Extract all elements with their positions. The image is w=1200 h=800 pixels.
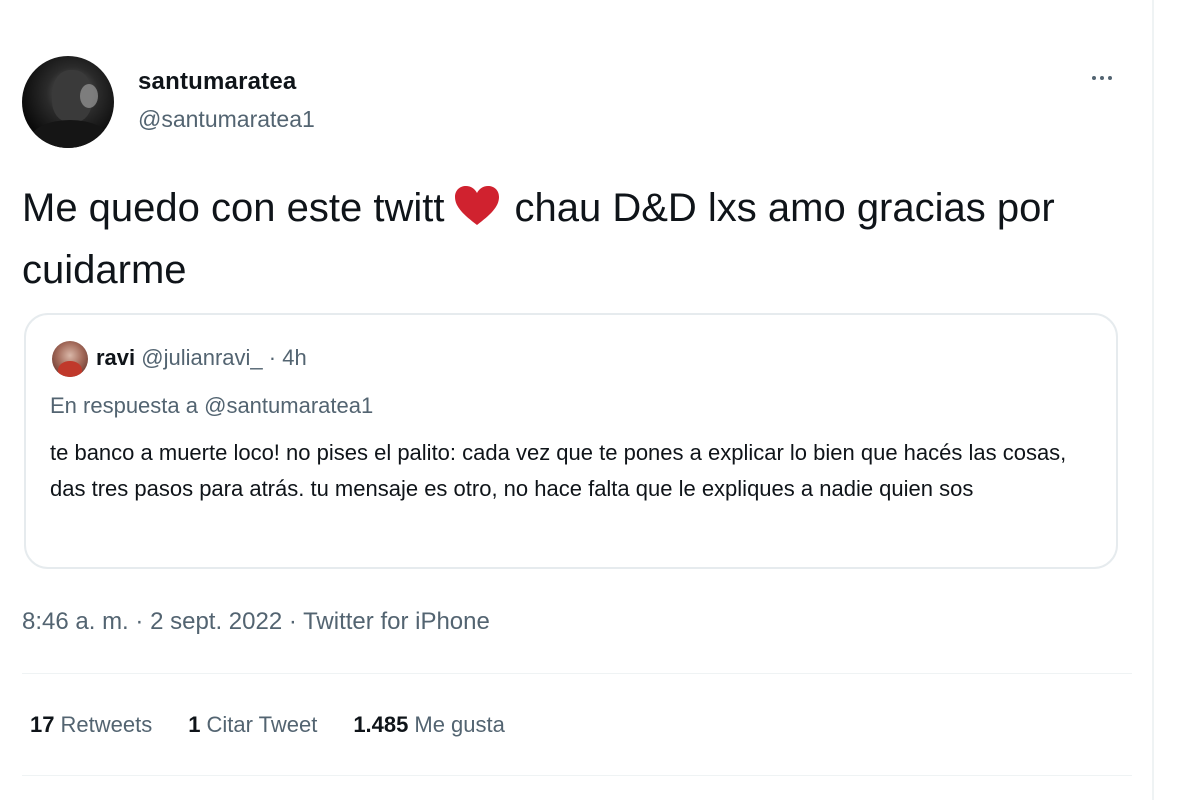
more-dot-icon (1092, 76, 1096, 80)
divider (22, 775, 1132, 776)
author-display-name[interactable]: santumaratea (138, 68, 296, 96)
reply-context: En respuesta a @santumaratea1 (50, 393, 373, 419)
likes-count: 1.485 (353, 712, 409, 737)
retweets-stat[interactable]: 17 Retweets (30, 712, 152, 738)
avatar-shirt (58, 361, 82, 377)
quoted-tweet-text: te banco a muerte loco! no pises el pali… (50, 440, 1067, 501)
tweet-page: santumaratea @santumaratea1 Me quedo con… (0, 0, 1200, 800)
divider (22, 673, 1132, 674)
tweet-text-before: Me quedo con este twitt (22, 186, 445, 230)
author-avatar[interactable] (22, 56, 114, 148)
more-options-button[interactable] (1082, 66, 1122, 90)
quoted-tweet-time[interactable]: 4h (282, 345, 306, 370)
quoted-author-name[interactable]: ravi (96, 345, 135, 370)
reply-to-handle[interactable]: @santumaratea1 (204, 393, 373, 418)
avatar-shoulder (30, 120, 110, 148)
more-dot-icon (1108, 76, 1112, 80)
likes-stat[interactable]: 1.485 Me gusta (353, 712, 505, 738)
reply-prefix: En respuesta a (50, 393, 198, 418)
quoted-author-handle[interactable]: @julianravi_ (141, 345, 262, 370)
tweet-text: Me quedo con este twitt chau D&D lxs amo … (22, 180, 1132, 298)
quoted-separator: · (268, 345, 277, 370)
quotes-label: Citar Tweet (206, 712, 318, 737)
author-handle[interactable]: @santumaratea1 (138, 106, 315, 133)
engagement-stats: 17 Retweets 1 Citar Tweet 1.485 Me gusta (30, 712, 505, 738)
retweets-count: 17 (30, 712, 55, 737)
more-dot-icon (1100, 76, 1104, 80)
tweet-source[interactable]: Twitter for iPhone (303, 608, 490, 635)
quoted-author-avatar[interactable] (52, 341, 88, 377)
meta-separator: · (135, 608, 144, 635)
quotes-count: 1 (188, 712, 201, 737)
meta-separator: · (288, 608, 297, 635)
quote-tweets-stat[interactable]: 1 Citar Tweet (188, 712, 317, 738)
tweet-time[interactable]: 8:46 a. m. (22, 608, 129, 635)
column-border (1152, 0, 1154, 800)
red-heart-icon (454, 185, 500, 242)
tweet-meta: 8:46 a. m. · 2 sept. 2022 · Twitter for … (22, 608, 490, 636)
retweets-label: Retweets (60, 712, 153, 737)
avatar-highlight (80, 84, 98, 108)
tweet-date[interactable]: 2 sept. 2022 (150, 608, 282, 635)
quoted-tweet-header: ravi @julianravi_ · 4h (96, 345, 307, 371)
likes-label: Me gusta (414, 712, 505, 737)
quoted-tweet-card[interactable]: ravi @julianravi_ · 4h En respuesta a @s… (24, 313, 1118, 569)
